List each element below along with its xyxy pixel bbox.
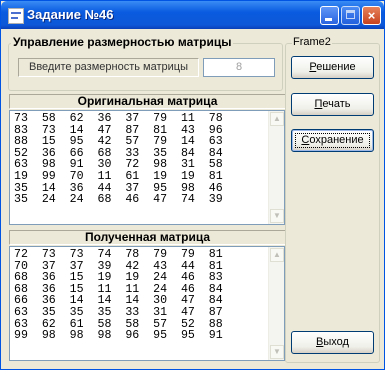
original-matrix-values: 73 58 62 36 37 79 11 78 83 73 14 47 87 81… — [14, 113, 223, 206]
original-matrix-textbox[interactable]: 73 58 62 36 37 79 11 78 83 73 14 47 87 81… — [9, 110, 285, 225]
window-title: Задание №46 — [27, 7, 114, 22]
print-button[interactable]: Печать — [291, 93, 374, 116]
frame2-groupbox — [285, 43, 380, 363]
solve-button[interactable]: Решение — [291, 56, 374, 79]
focus-rectangle — [295, 133, 370, 148]
scroll-up-icon[interactable]: ▲ — [270, 248, 284, 262]
scroll-down-icon[interactable]: ▼ — [270, 209, 284, 223]
minimize-button[interactable] — [320, 6, 339, 25]
solve-label: ешение — [316, 61, 356, 73]
result-matrix-row: 72 73 73 74 78 79 79 81 — [14, 248, 223, 261]
close-icon: × — [367, 8, 376, 23]
result-matrix-row: 63 35 35 35 33 31 47 87 — [14, 305, 223, 319]
original-matrix-row: 19 99 70 11 61 19 19 81 — [14, 169, 223, 183]
result-matrix-values: 72 73 73 74 78 79 79 81 70 37 37 39 42 43… — [14, 249, 223, 342]
close-button[interactable]: × — [362, 6, 381, 25]
dimension-prompt-label: Введите размерность матрицы — [18, 58, 199, 77]
maximize-icon — [346, 10, 355, 19]
dimension-group-label: Управление размерностью матрицы — [11, 35, 234, 49]
scroll-up-icon[interactable]: ▲ — [270, 112, 284, 126]
result-matrix-textbox[interactable]: 72 73 73 74 78 79 79 81 70 37 37 39 42 43… — [9, 246, 285, 361]
app-icon[interactable] — [8, 8, 24, 24]
exit-button[interactable]: Выход — [291, 331, 374, 354]
frame2-label: Frame2 — [292, 36, 332, 48]
original-matrix-scrollbar[interactable]: ▲ ▼ — [268, 111, 284, 224]
title-bar[interactable]: Задание №46 × — [1, 1, 384, 29]
original-matrix-heading: Оригинальная матрица — [9, 94, 286, 109]
exit-label: ыход — [323, 336, 349, 348]
result-matrix-row: 99 98 98 98 96 95 95 91 — [14, 329, 223, 343]
result-matrix-heading: Полученная матрица — [9, 230, 286, 245]
original-matrix-row: 73 58 62 36 37 79 11 78 — [14, 112, 223, 125]
app-window: Задание №46 × Управление размерностью ма… — [0, 0, 385, 370]
original-matrix-row: 35 24 24 68 46 47 74 39 — [14, 193, 223, 207]
print-label: ечать — [322, 98, 351, 110]
scroll-down-icon[interactable]: ▼ — [270, 345, 284, 359]
result-matrix-scrollbar[interactable]: ▲ ▼ — [268, 247, 284, 360]
minimize-icon — [325, 18, 332, 21]
maximize-button[interactable] — [341, 6, 360, 25]
dimension-input[interactable]: 8 — [203, 58, 275, 77]
save-button[interactable]: Сохранение — [291, 129, 374, 152]
